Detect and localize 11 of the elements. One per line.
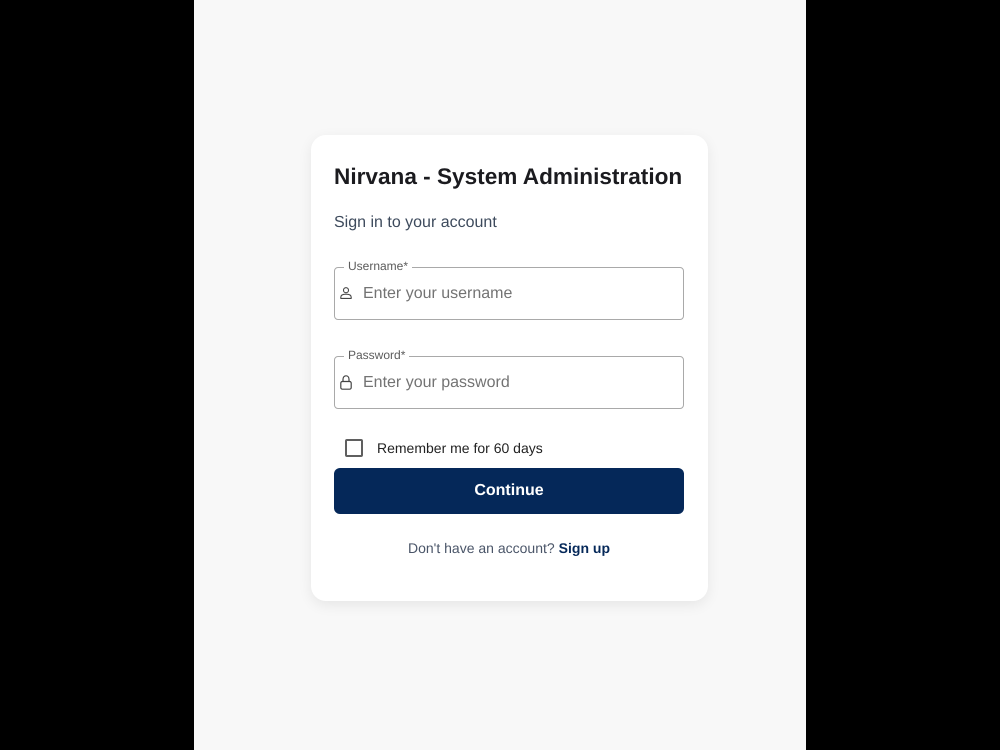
remember-label: Remember me for 60 days bbox=[377, 440, 543, 456]
lock-icon bbox=[340, 375, 352, 390]
field-label: Password* bbox=[344, 348, 410, 362]
login-title: Nirvana - System Administration bbox=[334, 163, 684, 191]
person-icon bbox=[340, 287, 352, 299]
signup-prompt: Don't have an account? bbox=[408, 540, 555, 556]
signup-link[interactable]: Sign up bbox=[558, 540, 610, 556]
remember-checkbox[interactable] bbox=[345, 439, 363, 457]
field-label: Username* bbox=[344, 259, 412, 273]
continue-button[interactable]: Continue bbox=[334, 468, 684, 514]
login-subtitle: Sign in to your account bbox=[334, 213, 498, 233]
